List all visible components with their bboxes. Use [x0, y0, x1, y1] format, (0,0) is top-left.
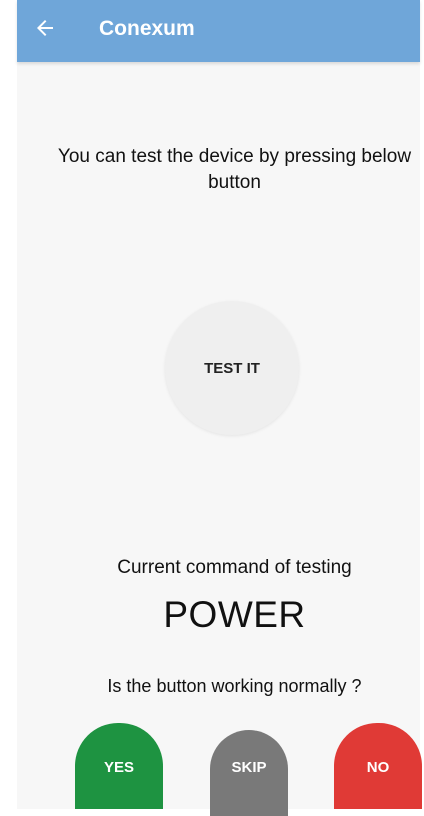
instruction-text: You can test the device by pressing belo… [57, 146, 412, 193]
app-screen: Conexum You can test the device by press… [17, 0, 422, 816]
app-bar: Conexum [17, 0, 420, 62]
current-command-label: Current command of testing [117, 557, 352, 578]
arrow-left-icon[interactable] [33, 16, 57, 40]
yes-button[interactable]: YES [75, 723, 163, 809]
no-button[interactable]: NO [334, 723, 422, 809]
test-it-button[interactable]: TEST IT [165, 301, 299, 435]
app-title: Conexum [99, 17, 195, 40]
working-question: Is the button working normally ? [107, 676, 362, 696]
current-command-value: POWER [163, 594, 306, 635]
skip-button[interactable]: SKIP [210, 730, 288, 816]
